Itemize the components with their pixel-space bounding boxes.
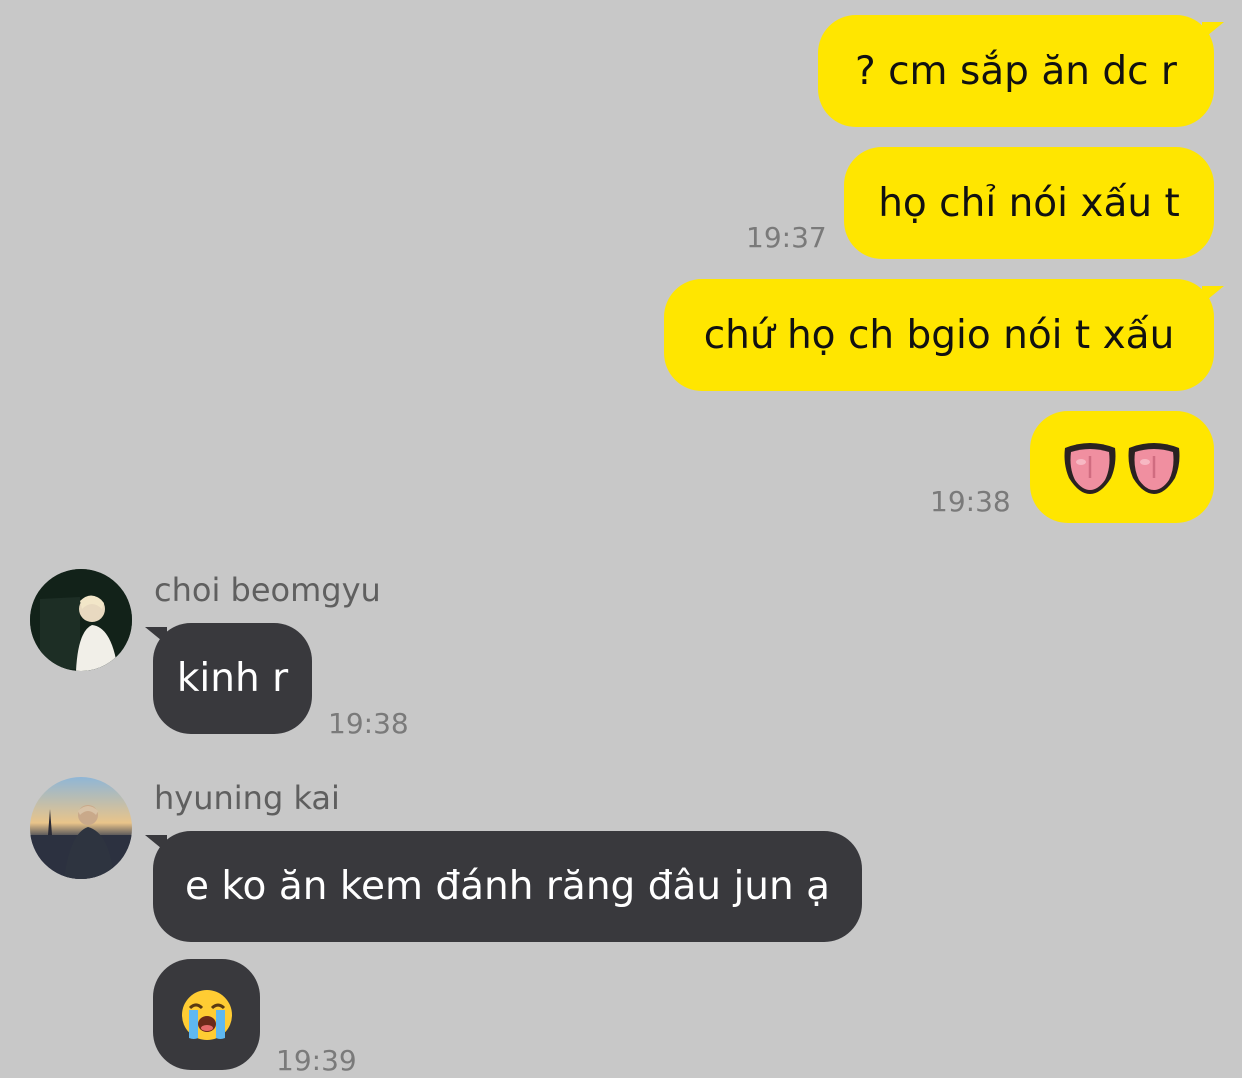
bubble-tail (1202, 22, 1224, 40)
avatar[interactable] (30, 777, 132, 879)
message-text: họ chỉ nói xấu t (878, 180, 1180, 226)
message-text: chứ họ ch bgio nói t xấu (703, 312, 1175, 358)
chat-thread: ? cm sắp ăn dc r họ chỉ nói xấu t 19:37 … (0, 0, 1242, 1078)
avatar[interactable] (30, 569, 132, 671)
their-message-bubble[interactable]: e ko ăn kem đánh răng đâu jun ạ (153, 831, 862, 942)
bubble-tail (145, 627, 167, 645)
tongue-emoji (1125, 438, 1183, 496)
message-timestamp: 19:39 (276, 1044, 357, 1077)
tongue-emoji (1061, 438, 1119, 496)
their-emoji-bubble[interactable] (153, 959, 260, 1070)
my-message-bubble[interactable]: chứ họ ch bgio nói t xấu (664, 279, 1214, 391)
message-timestamp: 19:38 (328, 707, 409, 740)
message-text: ? cm sắp ăn dc r (855, 48, 1177, 94)
their-message-bubble[interactable]: kinh r (153, 623, 312, 734)
bubble-tail (1202, 286, 1224, 304)
message-text: kinh r (176, 656, 289, 701)
my-emoji-bubble[interactable] (1030, 411, 1214, 523)
message-timestamp: 19:38 (930, 485, 1011, 518)
bubble-tail (145, 835, 167, 853)
my-message-bubble[interactable]: họ chỉ nói xấu t (844, 147, 1214, 259)
sender-name: hyuning kai (154, 779, 340, 817)
message-text: e ko ăn kem đánh răng đâu jun ạ (184, 864, 831, 909)
loudly-crying-face-emoji (180, 988, 234, 1042)
sender-name: choi beomgyu (154, 571, 381, 609)
message-timestamp: 19:37 (746, 221, 827, 254)
my-message-bubble[interactable]: ? cm sắp ăn dc r (818, 15, 1214, 127)
